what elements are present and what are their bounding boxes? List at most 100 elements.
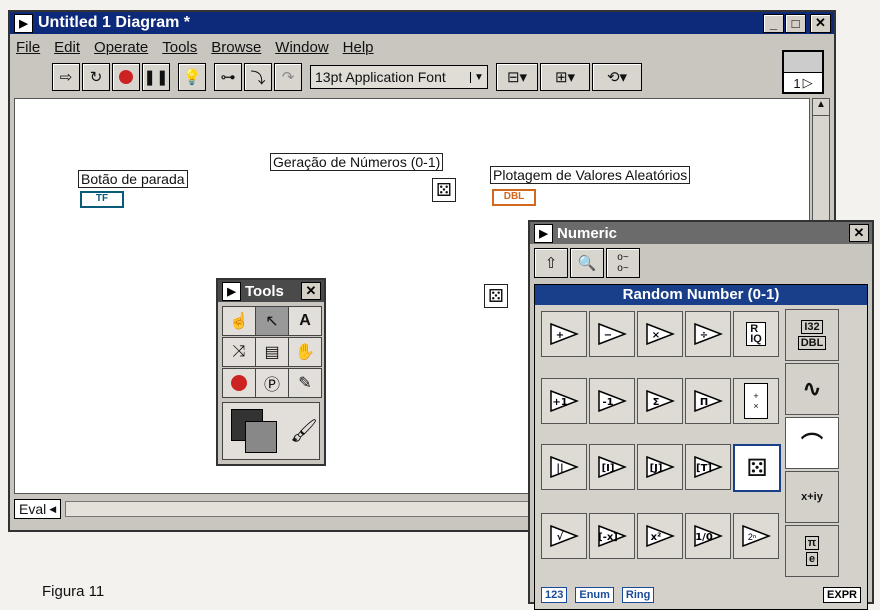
step-into-icon[interactable]: ⤵ [244, 63, 272, 91]
window-title: Untitled 1 Diagram * [38, 14, 191, 31]
maximize-button[interactable]: □ [785, 13, 806, 33]
position-tool-icon[interactable]: ↖ [255, 306, 289, 336]
numeric-constant[interactable]: 123 [541, 587, 568, 603]
up-arrow-icon[interactable]: ⇧ [534, 248, 568, 278]
numeric-palette: ▶ Numeric ✕ ⇧ 🔍 o~ o~ Random Number (0-1)… [528, 220, 874, 610]
absolute-value-icon[interactable]: || [541, 444, 587, 490]
connector-pane-icon[interactable]: 1 ▷ [782, 50, 824, 94]
color-copy-tool-icon[interactable]: ✎ [288, 368, 322, 398]
plot-label: Plotagem de Valores Aleatórios [490, 166, 691, 184]
search-icon[interactable]: 🔍 [570, 248, 604, 278]
color-tool[interactable]: 🖌 [222, 402, 320, 460]
expression-node[interactable]: EXPR [823, 587, 861, 603]
svg-text:x²: x² [651, 532, 662, 543]
dice-icon-dragging[interactable]: ⚄ [484, 284, 508, 308]
chevron-down-icon: ▼ [470, 71, 487, 83]
close-icon[interactable]: ✕ [849, 224, 869, 242]
trig-subpalette-icon[interactable]: ∿ [785, 363, 839, 415]
quotient-remainder-icon[interactable]: R IQ [733, 311, 779, 357]
menu-operate[interactable]: Operate [94, 39, 148, 56]
svg-text:1/0: 1/0 [695, 532, 713, 543]
svg-text:÷: ÷ [700, 330, 708, 341]
menu-tools[interactable]: Tools [162, 39, 197, 56]
subtract-icon[interactable]: − [589, 311, 635, 357]
plot-dbl-terminal[interactable]: DBL [492, 189, 536, 206]
svg-text:2ⁿ: 2ⁿ [748, 532, 756, 542]
constants-row: 123 Enum Ring EXPR [535, 581, 867, 609]
align-objects-icon[interactable]: ⊟▾ [496, 63, 538, 91]
menu-edit[interactable]: Edit [54, 39, 80, 56]
distribute-objects-icon[interactable]: ⊞▾ [540, 63, 590, 91]
svg-text:[J]: [J] [650, 463, 663, 474]
negate-icon[interactable]: [-x] [589, 512, 635, 559]
compound-arithmetic-icon[interactable]: + × [733, 377, 779, 424]
subpalette-column: I32 DBL ∿ ⌒ x+iy π e [783, 305, 841, 581]
svg-text:+1: +1 [552, 397, 567, 408]
enum-constant[interactable]: Enum [575, 587, 614, 603]
close-button[interactable]: ✕ [810, 13, 831, 33]
text-tool-icon[interactable]: A [288, 306, 322, 336]
highlight-execution-icon[interactable]: 💡 [178, 63, 206, 91]
eval-indicator[interactable]: Eval ◀ [14, 499, 62, 519]
svg-text:+: + [556, 330, 564, 341]
random-number-label: Geração de Números (0-1) [270, 153, 444, 171]
tools-title-bar[interactable]: ▶ Tools ✕ [218, 280, 324, 302]
options-icon[interactable]: o~ o~ [606, 248, 640, 278]
vi-icon: ▶ [222, 281, 241, 301]
log-subpalette-icon[interactable]: ⌒ [785, 417, 839, 469]
scale-by-power-icon[interactable]: 2ⁿ [733, 512, 779, 559]
connector-label: 1 [793, 75, 801, 91]
menu-window[interactable]: Window [275, 39, 328, 56]
step-over-icon[interactable]: ↷ [274, 63, 302, 91]
toolbar: ⇨ ↻ ❚❚ 💡 ⊶ ⤵ ↷ 13pt Application Font ▼ ⊟… [52, 62, 642, 92]
ring-constant[interactable]: Ring [621, 587, 655, 603]
wiring-tool-icon[interactable]: ⤨ [222, 337, 256, 367]
multiply-icon[interactable]: × [637, 311, 683, 357]
decrement-icon[interactable]: -1 [589, 377, 635, 424]
menu-browse[interactable]: Browse [211, 39, 261, 56]
abort-icon[interactable] [112, 63, 140, 91]
probe-tool-icon[interactable]: Ⓟ [255, 368, 289, 398]
svg-text:[T]: [T] [696, 463, 712, 474]
add-array-elements-icon[interactable]: Σ [637, 377, 683, 424]
square-root-icon[interactable]: √ [541, 512, 587, 559]
operate-tool-icon[interactable]: ☝ [222, 306, 256, 336]
increment-icon[interactable]: +1 [541, 377, 587, 424]
add-icon[interactable]: + [541, 311, 587, 357]
font-select[interactable]: 13pt Application Font ▼ [310, 65, 488, 89]
round-up-icon[interactable]: [T] [685, 444, 731, 490]
svg-text:Π: Π [700, 397, 708, 408]
retain-wire-values-icon[interactable]: ⊶ [214, 63, 242, 91]
dice-icon[interactable]: ⚄ [432, 178, 456, 202]
run-continuous-icon[interactable]: ↻ [82, 63, 110, 91]
breakpoint-tool-icon[interactable] [222, 368, 256, 398]
svg-text:Σ: Σ [653, 397, 660, 408]
square-icon[interactable]: x² [637, 512, 683, 559]
popup-menu-tool-icon[interactable]: ▤ [255, 337, 289, 367]
round-to-nearest-icon[interactable]: [I] [589, 444, 635, 490]
close-icon[interactable]: ✕ [301, 282, 321, 300]
numeric-title-bar[interactable]: ▶ Numeric ✕ [530, 222, 872, 244]
complex-subpalette[interactable]: x+iy [785, 471, 839, 523]
divide-icon[interactable]: ÷ [685, 311, 731, 357]
reciprocal-icon[interactable]: 1/0 [685, 512, 731, 559]
conversion-subpalette[interactable]: I32 DBL [785, 309, 839, 361]
stop-boolean-terminal[interactable]: TF [80, 191, 124, 208]
reorder-icon[interactable]: ⟲▾ [592, 63, 642, 91]
menu-help[interactable]: Help [343, 39, 374, 56]
numeric-title: Numeric [557, 224, 618, 242]
scroll-tool-icon[interactable]: ✋ [288, 337, 322, 367]
palette-nav: ⇧ 🔍 o~ o~ [530, 244, 872, 282]
pause-icon[interactable]: ❚❚ [142, 63, 170, 91]
random-number-icon[interactable]: ⚄ [733, 444, 781, 492]
selected-item-label: Random Number (0-1) [535, 285, 867, 305]
run-icon[interactable]: ⇨ [52, 63, 80, 91]
constants-subpalette[interactable]: π e [785, 525, 839, 577]
multiply-array-elements-icon[interactable]: Π [685, 377, 731, 424]
round-down-icon[interactable]: [J] [637, 444, 683, 490]
tools-palette: ▶ Tools ✕ ☝ ↖ A ⤨ ▤ ✋ Ⓟ ✎ 🖌 [216, 278, 326, 466]
menu-file[interactable]: File [16, 39, 40, 56]
figure-caption: Figura 11 [42, 583, 105, 600]
minimize-button[interactable]: _ [763, 13, 784, 33]
title-bar[interactable]: ▶ Untitled 1 Diagram * _ □ ✕ [10, 12, 834, 34]
